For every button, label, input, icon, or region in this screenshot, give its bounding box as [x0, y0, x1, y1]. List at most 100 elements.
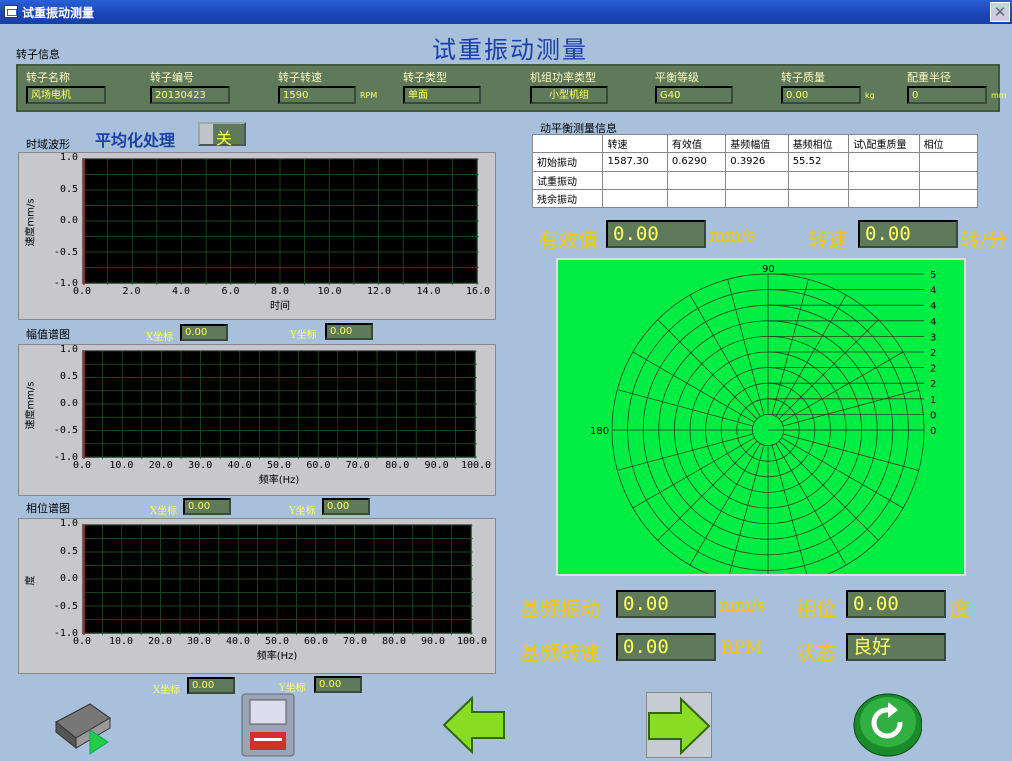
- table-cell[interactable]: 1587.30: [602, 152, 668, 172]
- save-disk-icon: [241, 693, 295, 757]
- x-tick-label: 80.0: [381, 636, 407, 647]
- amp-y-coord-field[interactable]: 0.00: [325, 323, 373, 340]
- table-cell[interactable]: [666, 188, 727, 209]
- save-button[interactable]: [236, 692, 302, 758]
- speed-unit: 转/分: [960, 228, 1007, 252]
- y-tick-label: 0.0: [59, 398, 78, 409]
- x-tick-label: 60.0: [303, 636, 329, 647]
- averaging-toggle[interactable]: 关: [198, 122, 246, 148]
- rotor-info-label-7: 配重半径: [907, 71, 951, 84]
- rotor-info-field-0[interactable]: 风场电机: [26, 86, 106, 104]
- rotor-info-field-1[interactable]: 20130423: [150, 86, 230, 104]
- state-field: 良好: [846, 633, 946, 661]
- phase-x-coord-field[interactable]: 0.00: [183, 498, 231, 515]
- x-axis-label: 时间: [270, 301, 290, 312]
- table-header-cell: 试\配重质量: [848, 133, 920, 154]
- rotor-info-label-2: 转子转速: [278, 71, 322, 84]
- back-button[interactable]: [442, 692, 508, 758]
- return-button[interactable]: [852, 692, 923, 758]
- x-tick-label: 50.0: [264, 636, 290, 647]
- fund-vib-unit: mm/s: [719, 596, 766, 616]
- close-button[interactable]: ✕: [990, 2, 1010, 22]
- y-axis-label: 速度mm/s: [25, 198, 37, 247]
- polar-ring-label: 2: [930, 379, 936, 390]
- polar-ring-label: 2: [930, 348, 936, 359]
- table-header-cell: 转速: [602, 133, 668, 154]
- x-tick-label: 60.0: [306, 460, 331, 471]
- bottom-x-coord-field[interactable]: 0.00: [187, 677, 235, 694]
- bottom-x-coord-label: X坐标: [153, 685, 181, 696]
- table-cell[interactable]: [918, 188, 979, 209]
- y-tick-label: 0.5: [59, 545, 78, 557]
- y-tick-label: 0.5: [59, 371, 78, 382]
- rotor-transfer-button[interactable]: [50, 692, 116, 758]
- x-axis-label: 频率(Hz): [258, 475, 300, 486]
- polar-ring-label: 0: [930, 410, 936, 421]
- rotor-info-field-3[interactable]: 单面: [403, 86, 481, 104]
- table-cell[interactable]: [725, 188, 789, 209]
- page-title: 试重振动测量: [432, 36, 588, 64]
- rotor-info-label-0: 转子名称: [26, 71, 70, 84]
- time-chart-plot: [82, 158, 479, 285]
- y-tick-label: 1.0: [59, 518, 78, 529]
- x-tick-label: 100.0: [456, 636, 488, 647]
- x-tick-label: 8.0: [270, 286, 290, 297]
- fund-vib-field: 0.00: [616, 590, 716, 618]
- table-cell[interactable]: [848, 170, 920, 190]
- state-label: 状态: [796, 641, 836, 665]
- rotor-info-field-2[interactable]: 1590: [278, 86, 356, 104]
- x-tick-label: 70.0: [345, 460, 370, 471]
- phase-chart-title: 相位谱图: [26, 502, 70, 515]
- rotor-info-field-6[interactable]: 0.00: [781, 86, 861, 104]
- rotor-info-label-1: 转子编号: [150, 71, 194, 84]
- rotor-info-label-4: 机组功率类型: [530, 71, 596, 84]
- bottom-y-coord-field[interactable]: 0.00: [314, 676, 362, 693]
- polar-ring-label: 2: [930, 364, 936, 375]
- rotor-info-field-7[interactable]: 0: [907, 86, 987, 104]
- rotor-info-unit-2: RPM: [360, 91, 378, 100]
- back-arrow-icon: [442, 695, 505, 755]
- table-cell[interactable]: 0.3926: [725, 152, 789, 172]
- rotor-transfer-icon: [55, 703, 111, 755]
- table-cell[interactable]: [787, 188, 850, 209]
- table-cell[interactable]: [918, 170, 979, 190]
- x-axis-label: 频率(Hz): [256, 651, 298, 662]
- polar-ring-label: 0: [930, 426, 936, 437]
- rms-unit: mm/s: [709, 226, 756, 246]
- table-cell[interactable]: 0.6290: [666, 152, 727, 172]
- rotor-info-label-5: 平衡等级: [655, 71, 699, 84]
- x-tick-label: 6.0: [221, 286, 240, 297]
- window-title: 试重振动测量: [22, 6, 95, 20]
- x-tick-label: 80.0: [385, 460, 410, 471]
- y-tick-label: -0.5: [53, 246, 78, 258]
- speed-field: 0.00: [858, 220, 958, 248]
- table-cell[interactable]: 55.52: [787, 152, 850, 172]
- phase-unit: 度: [950, 597, 970, 621]
- table-cell[interactable]: [725, 170, 789, 190]
- rotor-info-field-5[interactable]: G40: [655, 86, 733, 104]
- averaging-label: 平均化处理: [95, 131, 176, 150]
- table-row: 试重振动: [531, 170, 979, 190]
- polar-ring-label: 4: [930, 317, 936, 328]
- toggle-knob: [200, 124, 214, 144]
- table-cell[interactable]: [918, 152, 979, 172]
- phase-x-coord-label: X坐标: [150, 506, 178, 517]
- table-header-cell: 基频相位: [787, 133, 850, 154]
- x-tick-label: 0.0: [72, 636, 92, 647]
- table-cell[interactable]: [787, 170, 850, 190]
- table-cell[interactable]: [602, 170, 668, 190]
- table-cell[interactable]: [848, 188, 920, 209]
- table-header-cell: 相位: [918, 133, 979, 154]
- amp-x-coord-field[interactable]: 0.00: [180, 324, 228, 341]
- table-cell[interactable]: [602, 188, 668, 209]
- table-cell[interactable]: [848, 152, 920, 172]
- phase-y-coord-field[interactable]: 0.00: [322, 498, 370, 515]
- table-cell: 试重振动: [531, 170, 604, 190]
- rotor-info-field-4[interactable]: 小型机组: [530, 86, 608, 104]
- forward-button[interactable]: [646, 692, 712, 758]
- amp-chart-plot: [82, 350, 477, 459]
- x-tick-label: 20.0: [148, 460, 173, 471]
- table-cell[interactable]: [666, 170, 727, 190]
- table-row: 残余振动: [531, 188, 979, 209]
- phase-label: 相位: [796, 597, 836, 621]
